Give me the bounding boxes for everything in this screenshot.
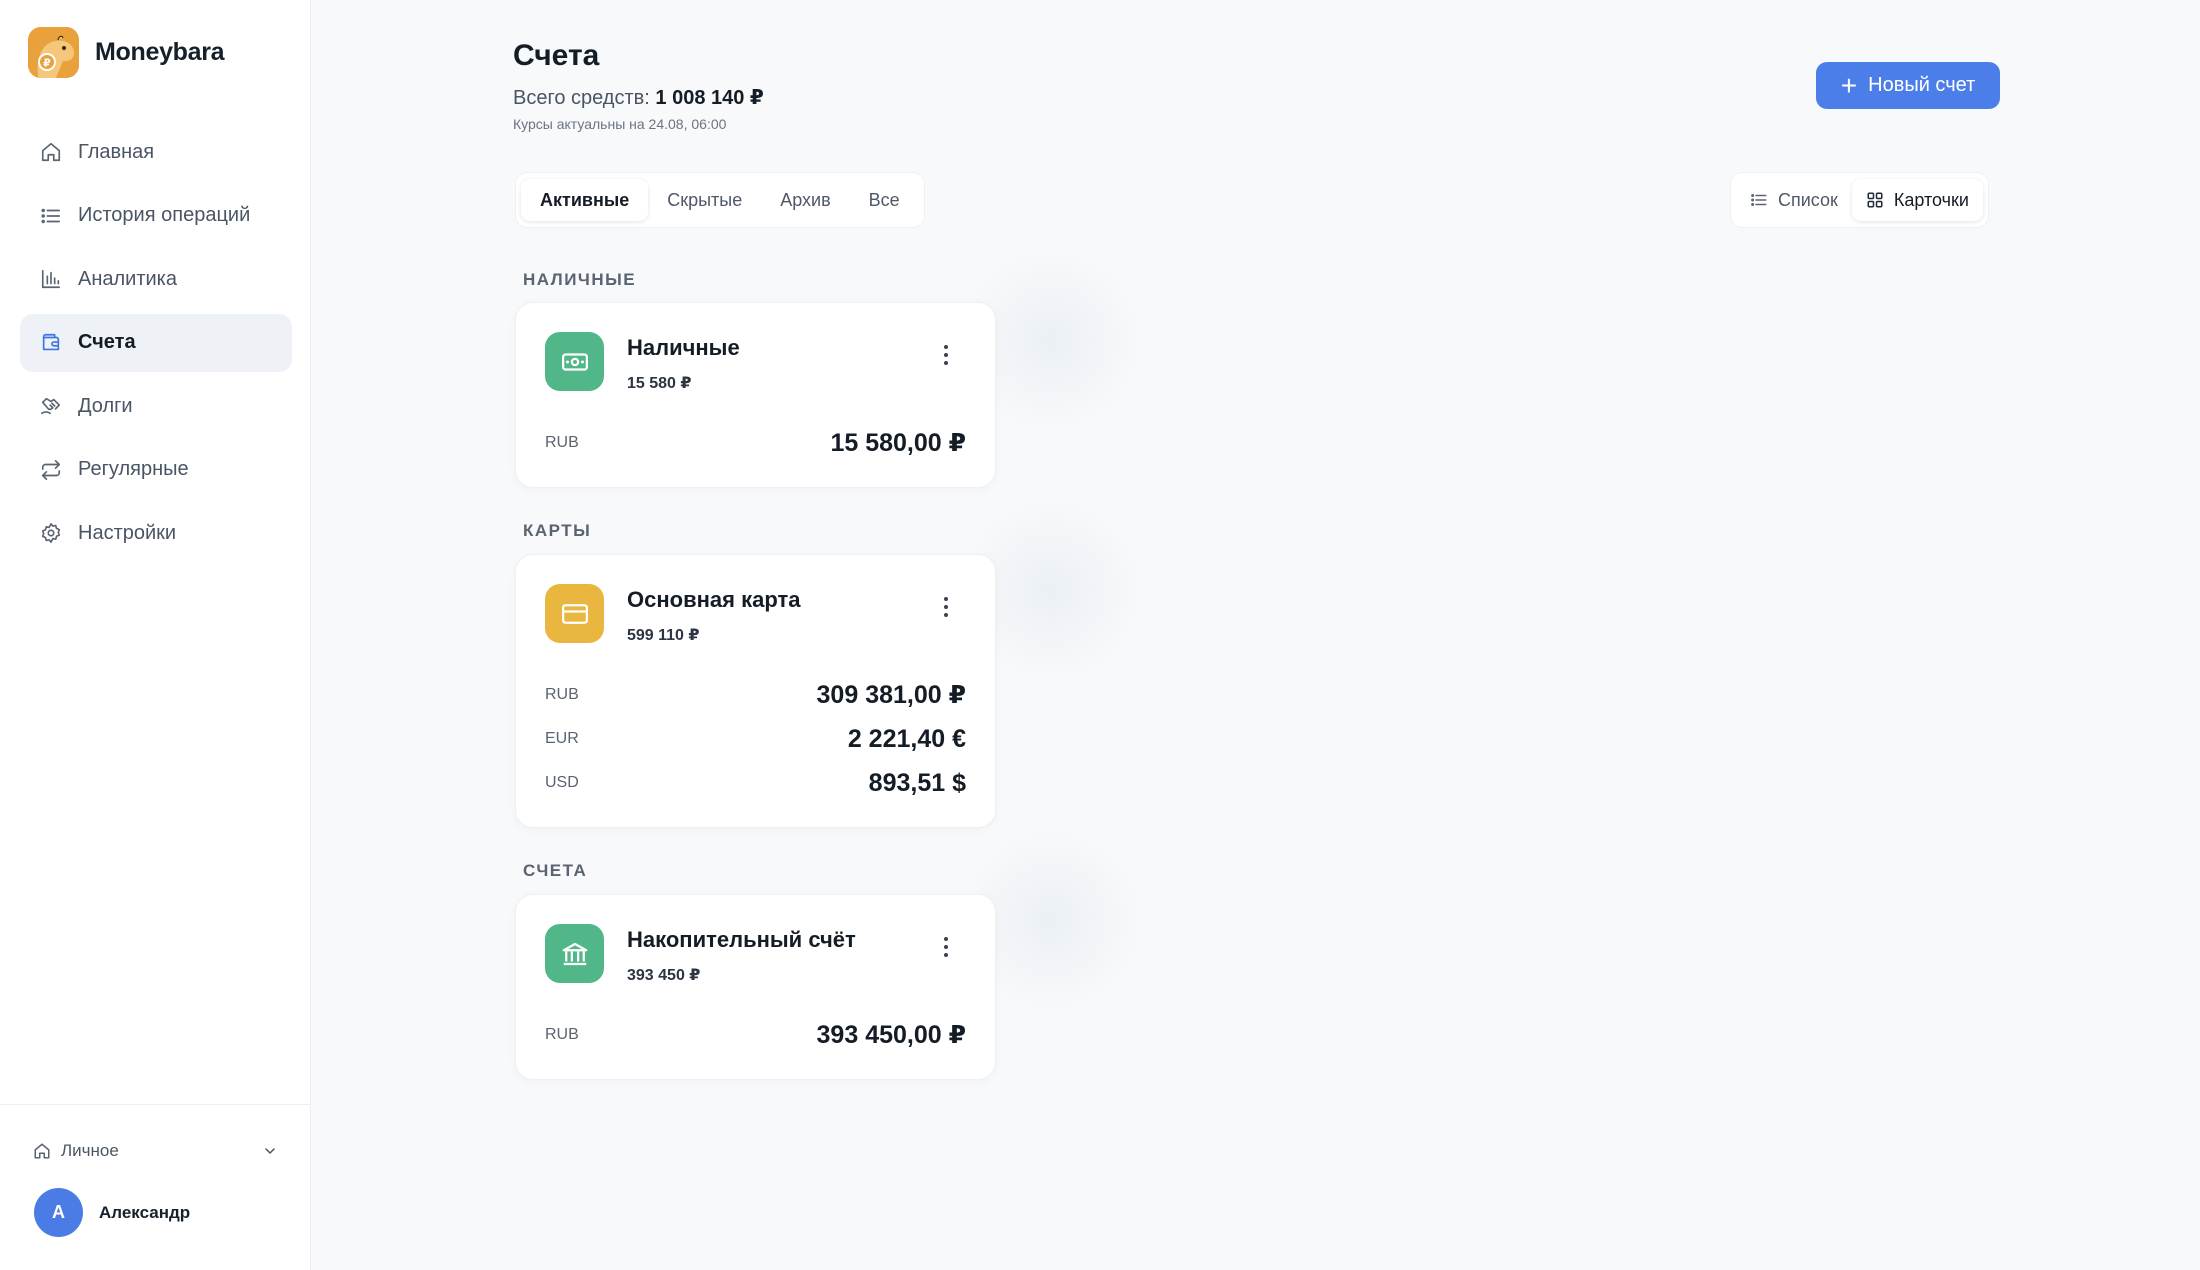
total-funds-label: Всего средств: xyxy=(513,87,650,109)
new-account-label: Новый счет xyxy=(1868,74,1976,96)
handshake-icon xyxy=(39,394,63,418)
credit-card-icon xyxy=(545,584,604,643)
list-icon xyxy=(39,204,63,228)
sidebar-nav: Главная История операций Аналитика Счета… xyxy=(20,123,292,568)
sidebar-item-accounts[interactable]: Счета xyxy=(20,313,292,372)
rates-note: Курсы актуальны на 24.08, 06:00 xyxy=(513,116,727,132)
page-title: Счета xyxy=(513,39,600,72)
balance-row: RUB 309 381,00 ₽ xyxy=(545,680,966,710)
sidebar: ₽ Moneybara Главная История операций Ана… xyxy=(0,0,311,1270)
balance-row: USD 893,51 $ xyxy=(545,768,966,798)
bank-icon xyxy=(545,924,604,983)
sidebar-item-label: Долги xyxy=(78,394,133,417)
main-content: Счета Всего средств: 1 008 140 ₽ Курсы а… xyxy=(311,0,2200,1270)
view-toggle: Список Карточки xyxy=(1730,172,1989,228)
account-total: 393 450 ₽ xyxy=(627,967,701,984)
group-label-cash: НАЛИЧНЫЕ xyxy=(523,270,637,289)
sidebar-item-label: Аналитика xyxy=(78,267,177,290)
sidebar-item-label: Регулярные xyxy=(78,458,189,480)
more-options-icon[interactable] xyxy=(941,342,951,368)
bar-chart-icon xyxy=(39,267,63,291)
account-total: 15 580 ₽ xyxy=(627,375,692,392)
avatar: A xyxy=(34,1188,83,1237)
plus-icon: + xyxy=(1840,69,1858,101)
grid-icon xyxy=(1866,191,1884,209)
brand-name: Moneybara xyxy=(95,38,225,66)
balance-amount: 893,51 $ xyxy=(868,768,966,797)
balance-currency: RUB xyxy=(545,686,579,703)
sidebar-item-label: Настройки xyxy=(78,521,177,544)
sidebar-item-label: История операций xyxy=(78,204,251,226)
account-card-cash[interactable]: Наличные 15 580 ₽ RUB 15 580,00 ₽ xyxy=(515,302,996,488)
sidebar-item-analytics[interactable]: Аналитика xyxy=(20,250,292,308)
home-icon xyxy=(39,140,63,164)
workspace-label: Личное xyxy=(61,1141,119,1160)
balance-currency: USD xyxy=(545,774,579,791)
account-card-savings[interactable]: Накопительный счёт 393 450 ₽ RUB 393 450… xyxy=(515,894,996,1080)
balance-row: RUB 393 450,00 ₽ xyxy=(545,1020,966,1050)
tab-active[interactable]: Активные xyxy=(521,179,649,221)
svg-text:₽: ₽ xyxy=(43,57,51,70)
user-name: Александр xyxy=(99,1202,191,1222)
tab-archive[interactable]: Архив xyxy=(761,179,849,221)
sidebar-item-label: Главная xyxy=(78,140,155,163)
new-account-button[interactable]: + Новый счет xyxy=(1816,62,2000,109)
balance-currency: EUR xyxy=(545,730,579,747)
sidebar-footer: Личное A Александр xyxy=(0,1104,311,1270)
account-total: 599 110 ₽ xyxy=(627,627,700,644)
sidebar-item-label: Счета xyxy=(78,331,136,353)
sidebar-item-home[interactable]: Главная xyxy=(20,123,292,181)
list-icon xyxy=(1750,191,1768,209)
account-name: Наличные xyxy=(627,335,740,360)
sidebar-item-settings[interactable]: Настройки xyxy=(20,504,292,562)
more-options-icon[interactable] xyxy=(941,934,951,960)
repeat-icon xyxy=(39,458,63,482)
capybara-logo-icon: ₽ xyxy=(28,27,79,78)
account-card-main-card[interactable]: Основная карта 599 110 ₽ RUB 309 381,00 … xyxy=(515,554,996,828)
view-list-label: Список xyxy=(1778,189,1838,210)
brand[interactable]: ₽ Moneybara xyxy=(28,27,225,78)
tab-hidden[interactable]: Скрытые xyxy=(648,179,761,221)
tab-all[interactable]: Все xyxy=(850,179,919,221)
view-cards-label: Карточки xyxy=(1893,189,1969,210)
group-label-accounts: СЧЕТА xyxy=(523,861,588,880)
view-cards-button[interactable]: Карточки xyxy=(1851,179,1983,221)
total-funds: Всего средств: 1 008 140 ₽ xyxy=(513,85,764,110)
workspace-selector[interactable]: Личное xyxy=(33,1138,278,1164)
cash-icon xyxy=(545,332,604,391)
account-name: Накопительный счёт xyxy=(627,927,856,952)
balance-amount: 309 381,00 ₽ xyxy=(816,681,966,709)
balance-amount: 15 580,00 ₽ xyxy=(830,429,966,457)
filter-tabs: Активные Скрытые Архив Все xyxy=(515,172,925,228)
more-options-icon[interactable] xyxy=(941,594,951,620)
balance-amount: 2 221,40 € xyxy=(847,724,966,753)
sidebar-item-recurring[interactable]: Регулярные xyxy=(20,441,292,499)
user-profile[interactable]: A Александр xyxy=(34,1188,190,1237)
view-list-button[interactable]: Список xyxy=(1736,179,1852,221)
balance-currency: RUB xyxy=(545,1026,579,1043)
balance-currency: RUB xyxy=(545,434,579,451)
wallet-icon xyxy=(39,331,63,355)
sidebar-item-history[interactable]: История операций xyxy=(20,187,292,245)
sidebar-item-debts[interactable]: Долги xyxy=(20,377,292,435)
balance-row: RUB 15 580,00 ₽ xyxy=(545,428,966,458)
account-name: Основная карта xyxy=(627,587,801,612)
balance-amount: 393 450,00 ₽ xyxy=(816,1021,966,1049)
group-label-cards: КАРТЫ xyxy=(523,521,592,540)
gear-icon xyxy=(39,521,63,545)
total-funds-value: 1 008 140 ₽ xyxy=(655,87,764,109)
chevron-down-icon xyxy=(262,1143,278,1159)
balance-row: EUR 2 221,40 € xyxy=(545,724,966,754)
home-icon xyxy=(33,1142,51,1160)
